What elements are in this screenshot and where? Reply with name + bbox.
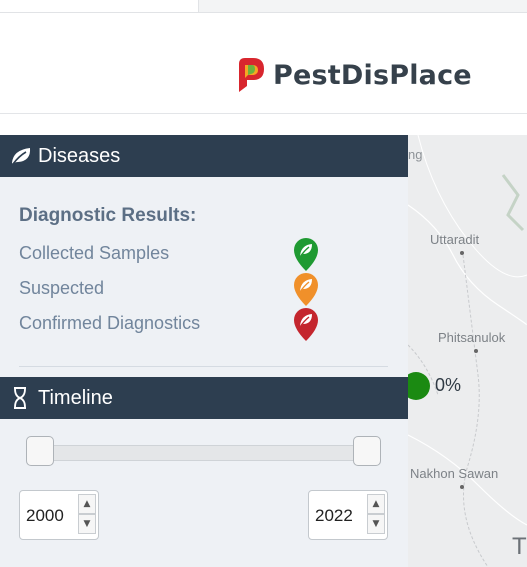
brand-logo[interactable]: PestDisPlace: [237, 56, 472, 94]
timeline-title: Timeline: [38, 386, 113, 409]
legend-item-suspected: Suspected: [19, 273, 329, 306]
start-year-value: 2000: [26, 506, 64, 525]
leaf-icon: [12, 148, 31, 165]
browser-tab-strip: [0, 0, 527, 13]
leaf-pin-icon: [294, 308, 318, 341]
sidebar: Diseases Diagnostic Results: Collected S…: [0, 135, 408, 567]
app-header: PestDisPlace: [0, 13, 527, 114]
results-title: Diagnostic Results:: [19, 205, 197, 226]
map-marker-percent: 0%: [435, 375, 462, 395]
timeline-slider-start-handle[interactable]: [26, 436, 54, 466]
map-place-dot: [474, 349, 478, 353]
timeline-header[interactable]: Timeline: [0, 377, 408, 419]
map-place-dot: [460, 485, 464, 489]
end-year-value: 2022: [315, 506, 353, 525]
legend-label: Suspected: [19, 278, 105, 298]
legend-label: Confirmed Diagnostics: [19, 313, 201, 333]
map-place-dot: [460, 251, 464, 255]
leaf-pin-icon: [294, 238, 318, 271]
browser-tab[interactable]: [0, 0, 199, 12]
stepper-down-icon[interactable]: ▼: [367, 514, 385, 534]
map-place-phitsanulok: Phitsanulok: [438, 330, 506, 345]
end-year-input[interactable]: 2022 ▲ ▼: [308, 490, 388, 540]
map-label-fragment: ng: [408, 147, 423, 162]
map-view[interactable]: ng Uttaradit Phitsanulok 0% Nakhon Sawan…: [408, 135, 527, 567]
map-label-fragment: T: [512, 533, 527, 560]
diseases-title: Diseases: [38, 144, 121, 167]
leaf-pin-icon: [294, 273, 318, 306]
legend-item-confirmed: Confirmed Diagnostics: [19, 308, 329, 341]
timeline-slider-end-handle[interactable]: [353, 436, 381, 466]
map-place-uttaradit: Uttaradit: [430, 232, 480, 247]
legend-label: Collected Samples: [19, 243, 170, 263]
stepper-down-icon[interactable]: ▼: [78, 514, 96, 534]
divider: [19, 366, 388, 367]
stepper-up-icon[interactable]: ▲: [367, 494, 385, 514]
end-year-stepper[interactable]: ▲ ▼: [367, 494, 385, 536]
start-year-stepper[interactable]: ▲ ▼: [78, 494, 96, 536]
legend-item-collected: Collected Samples: [19, 238, 329, 271]
pestdisplace-logo-icon: [239, 58, 264, 92]
timeline-slider-track[interactable]: [39, 445, 368, 461]
stepper-up-icon[interactable]: ▲: [78, 494, 96, 514]
diseases-header[interactable]: Diseases: [0, 135, 408, 177]
hourglass-icon: [14, 387, 26, 409]
map-roads: [408, 135, 527, 567]
map-place-nakhon-sawan: Nakhon Sawan: [410, 466, 499, 481]
brand-name: PestDisPlace: [273, 59, 472, 91]
start-year-input[interactable]: 2000 ▲ ▼: [19, 490, 99, 540]
